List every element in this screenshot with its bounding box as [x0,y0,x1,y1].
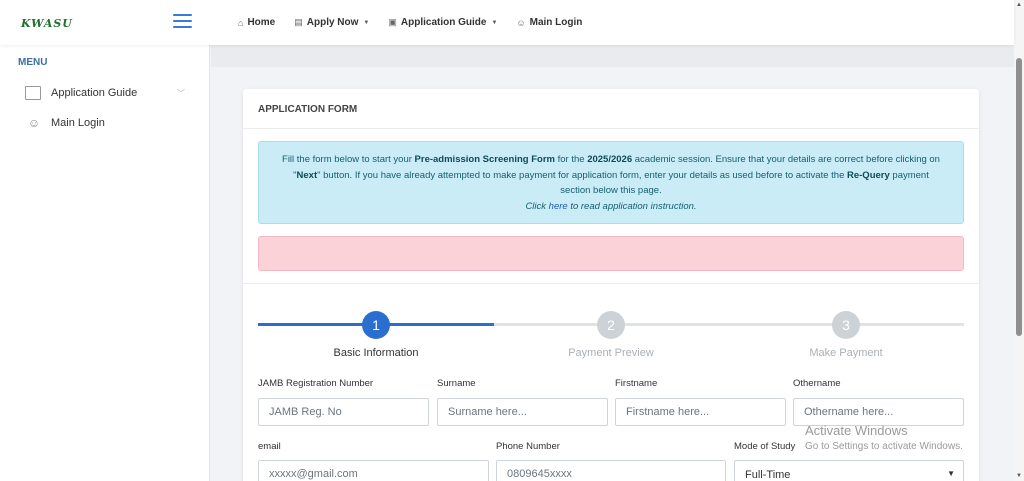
alert-bold-form: Pre-admission Screening Form [414,154,555,165]
othername-label: Othername [793,378,841,389]
step-3-label: Make Payment [809,347,883,359]
alert-click-text: Click [525,200,549,212]
caret-down-icon: ▼ [363,19,370,26]
nav-main-login-label: Main Login [529,17,583,28]
jamb-label: JAMB Registration Number [258,378,374,389]
nav-home-label: Home [247,17,276,28]
step-track-line [494,323,964,326]
instruction-link[interactable]: here [549,201,568,212]
step-3-circle: 3 [832,311,860,339]
sidebar-item-main-login[interactable]: ☺ Main Login [25,113,195,133]
firstname-input[interactable] [615,398,786,426]
jamb-reg-input[interactable] [258,398,429,426]
surname-input[interactable] [437,398,608,426]
alert-bold-requery: Re-Query [847,169,890,181]
email-input[interactable] [258,460,489,481]
error-alert [258,236,964,271]
alert-tail-text: to read application instruction. [567,200,697,212]
step-1-circle: 1 [362,311,390,339]
caret-down-icon: ▼ [491,19,498,26]
othername-input[interactable] [793,398,964,426]
firstname-label: Firstname [615,378,658,389]
logo-text: KWASU [21,17,73,30]
card-title: APPLICATION FORM [243,89,979,129]
sidebar: MENU Application Guide ﹀ ☺ Main Login [0,45,210,481]
phone-input[interactable] [496,460,726,481]
nav-apply-now-label: Apply Now [306,17,359,28]
alert-text: " button. If you have already attempted … [317,169,847,181]
phone-label: Phone Number [496,441,560,452]
alert-text: Fill the form below to start your [282,154,415,165]
menu-toggle-icon[interactable] [173,14,192,28]
users-icon: ☺ [516,17,526,28]
nav-application-guide[interactable]: ▣ Application Guide ▼ [388,17,497,28]
menu-title: MENU [18,57,48,68]
activate-windows-subtitle: Go to Settings to activate Windows. [805,441,963,452]
divider [243,283,979,284]
step-1-label: Basic Information [333,347,419,359]
surname-label: Surname [437,378,476,389]
home-icon: ⌂ [238,17,244,28]
step-2-circle: 2 [597,311,625,339]
chevron-down-icon: ﹀ [177,88,185,98]
nav-main-login[interactable]: ☺ Main Login [516,17,582,28]
info-alert: Fill the form below to start your Pre-ad… [258,141,964,224]
nav-home[interactable]: ⌂ Home [238,17,275,28]
scroll-up-icon[interactable]: ▲ [1016,2,1022,8]
top-navbar: KWASU ⌂ Home ▤ Apply Now ▼ ▣ Application… [0,0,1014,45]
top-nav: ⌂ Home ▤ Apply Now ▼ ▣ Application Guide… [238,0,601,45]
mode-of-study-select[interactable]: Full-Time ▼ [734,460,964,481]
file-icon: ▤ [294,17,303,27]
sidebar-item-label: Main Login [51,117,105,129]
activate-windows-title: Activate Windows [805,423,908,438]
logo[interactable]: KWASU [14,13,91,31]
sidebar-item-label: Application Guide [51,87,138,99]
book-icon [25,86,41,100]
alert-bold-session: 2025/2026 [587,154,633,165]
scroll-down-icon[interactable]: ▼ [1016,473,1022,479]
alert-bold-next: Next [296,169,318,181]
content-header-strip [211,45,1014,67]
chevron-down-icon: ▼ [947,469,955,478]
step-2-label: Payment Preview [568,347,654,359]
mode-of-study-label: Mode of Study [734,441,796,452]
sidebar-item-application-guide[interactable]: Application Guide ﹀ [25,83,195,103]
page-scrollbar[interactable]: ▲ ▼ [1014,0,1024,481]
users-icon: ☺ [27,116,41,130]
email-label: email [258,441,281,452]
alert-instruction: Click here to read application instructi… [525,201,696,212]
nav-apply-now[interactable]: ▤ Apply Now ▼ [294,17,369,28]
guide-icon: ▣ [388,17,397,27]
mode-of-study-value: Full-Time [745,469,791,481]
nav-application-guide-label: Application Guide [400,17,487,28]
scroll-thumb[interactable] [1016,58,1022,336]
alert-text: for the [554,154,588,165]
